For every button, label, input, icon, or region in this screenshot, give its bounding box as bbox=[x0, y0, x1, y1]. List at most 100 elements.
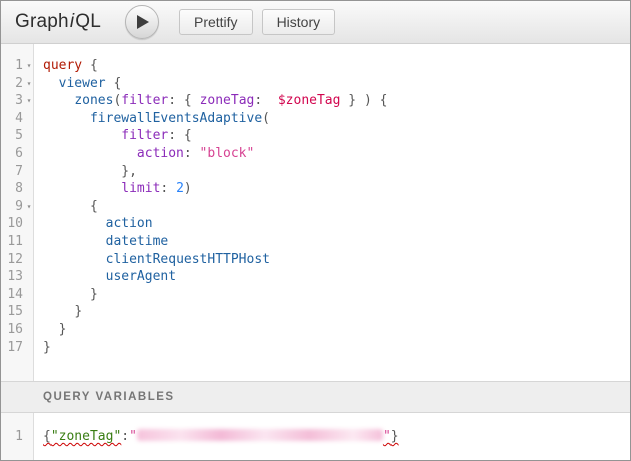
history-button[interactable]: History bbox=[262, 9, 336, 35]
token: { bbox=[90, 58, 98, 73]
code-line[interactable]: 10 action bbox=[1, 215, 630, 233]
token: filter bbox=[121, 93, 168, 108]
line-number: 13 bbox=[1, 268, 23, 286]
variables-editor[interactable]: 1{"zoneTag":""} bbox=[1, 413, 630, 460]
code-line[interactable]: 12 clientRequestHTTPHost bbox=[1, 251, 630, 269]
token bbox=[43, 322, 59, 337]
token bbox=[43, 181, 121, 196]
token: { bbox=[184, 128, 192, 143]
token bbox=[82, 58, 90, 73]
token: { bbox=[113, 76, 121, 91]
line-number: 11 bbox=[1, 233, 23, 251]
code-line[interactable]: 7 }, bbox=[1, 163, 630, 181]
token: { bbox=[43, 429, 51, 444]
query-variables-title: QUERY VARIABLES bbox=[43, 391, 175, 403]
code-line[interactable]: 4 firewallEventsAdaptive( bbox=[1, 110, 630, 128]
token bbox=[176, 128, 184, 143]
line-number: 3 bbox=[1, 92, 23, 110]
token bbox=[43, 269, 106, 284]
line-number: 14 bbox=[1, 286, 23, 304]
code-line[interactable]: 9▾ { bbox=[1, 198, 630, 216]
token: : bbox=[168, 128, 176, 143]
line-number: 6 bbox=[1, 145, 23, 163]
code-text: action: "block" bbox=[35, 145, 254, 163]
line-number: 17 bbox=[1, 339, 23, 357]
line-number: 7 bbox=[1, 163, 23, 181]
token: ( bbox=[262, 111, 270, 126]
fold-gutter bbox=[23, 163, 35, 181]
code-line[interactable]: 14 } bbox=[1, 286, 630, 304]
prettify-button[interactable]: Prettify bbox=[179, 9, 253, 35]
token bbox=[192, 146, 200, 161]
code-line[interactable]: 8 limit: 2) bbox=[1, 180, 630, 198]
logo-text-post: QL bbox=[75, 11, 101, 32]
token: 2 bbox=[176, 181, 184, 196]
token: firewallEventsAdaptive bbox=[90, 111, 262, 126]
code-line[interactable]: 1▾query { bbox=[1, 57, 630, 75]
query-variables-header[interactable]: QUERY VARIABLES bbox=[1, 381, 630, 413]
fold-arrow-icon[interactable]: ▾ bbox=[23, 75, 35, 93]
line-number: 1 bbox=[1, 57, 23, 75]
fold-gutter bbox=[23, 215, 35, 233]
execute-query-button[interactable] bbox=[125, 5, 159, 39]
logo-text-i: i bbox=[70, 11, 74, 32]
code-text: } bbox=[35, 286, 98, 304]
code-text: userAgent bbox=[35, 268, 176, 286]
token bbox=[176, 93, 184, 108]
fold-arrow-icon[interactable]: ▾ bbox=[23, 92, 35, 110]
token bbox=[262, 93, 278, 108]
token bbox=[43, 164, 121, 179]
code-line[interactable]: 15 } bbox=[1, 303, 630, 321]
code-text: clientRequestHTTPHost bbox=[35, 251, 270, 269]
code-line[interactable]: 2▾ viewer { bbox=[1, 75, 630, 93]
code-line[interactable]: 6 action: "block" bbox=[1, 145, 630, 163]
token: } bbox=[43, 340, 51, 355]
token: "zoneTag" bbox=[51, 429, 121, 444]
line-number: 15 bbox=[1, 303, 23, 321]
token: } bbox=[90, 287, 98, 302]
graphiql-window: GraphiQL Prettify History 1▾query {2▾ vi… bbox=[0, 0, 631, 461]
token bbox=[43, 304, 74, 319]
token: clientRequestHTTPHost bbox=[106, 252, 270, 267]
fold-gutter bbox=[23, 127, 35, 145]
token bbox=[43, 111, 90, 126]
variables-editor-lines: 1{"zoneTag":""} bbox=[1, 413, 630, 446]
token bbox=[43, 287, 90, 302]
code-line[interactable]: 11 datetime bbox=[1, 233, 630, 251]
fold-arrow-icon[interactable]: ▾ bbox=[23, 57, 35, 75]
line-number: 4 bbox=[1, 110, 23, 128]
token: ) bbox=[364, 93, 372, 108]
fold-gutter bbox=[23, 110, 35, 128]
code-line[interactable]: 17} bbox=[1, 339, 630, 357]
code-text: query { bbox=[35, 57, 98, 75]
code-text: { bbox=[35, 198, 98, 216]
toolbar: GraphiQL Prettify History bbox=[1, 1, 630, 44]
line-number: 1 bbox=[1, 428, 23, 446]
fold-gutter bbox=[23, 233, 35, 251]
fold-gutter bbox=[23, 145, 35, 163]
code-text: filter: { bbox=[35, 127, 192, 145]
token: " bbox=[129, 429, 137, 444]
token: zoneTag bbox=[200, 93, 255, 108]
graphiql-logo: GraphiQL bbox=[15, 11, 101, 33]
query-editor[interactable]: 1▾query {2▾ viewer {3▾ zones(filter: { z… bbox=[1, 44, 630, 381]
token: query bbox=[43, 58, 82, 73]
code-line[interactable]: 5 filter: { bbox=[1, 127, 630, 145]
token bbox=[192, 93, 200, 108]
token bbox=[43, 93, 74, 108]
fold-gutter bbox=[23, 321, 35, 339]
token bbox=[43, 146, 137, 161]
token bbox=[43, 199, 90, 214]
token: : bbox=[168, 93, 176, 108]
query-editor-lines: 1▾query {2▾ viewer {3▾ zones(filter: { z… bbox=[1, 44, 630, 356]
code-line[interactable]: 1{"zoneTag":""} bbox=[1, 428, 630, 446]
code-line[interactable]: 13 userAgent bbox=[1, 268, 630, 286]
code-text: datetime bbox=[35, 233, 168, 251]
code-line[interactable]: 16 } bbox=[1, 321, 630, 339]
code-text: limit: 2) bbox=[35, 180, 192, 198]
code-line[interactable]: 3▾ zones(filter: { zoneTag: $zoneTag } )… bbox=[1, 92, 630, 110]
fold-arrow-icon[interactable]: ▾ bbox=[23, 198, 35, 216]
code-text: }, bbox=[35, 163, 137, 181]
token: ) bbox=[184, 181, 192, 196]
logo-text-pre: Graph bbox=[15, 11, 69, 32]
